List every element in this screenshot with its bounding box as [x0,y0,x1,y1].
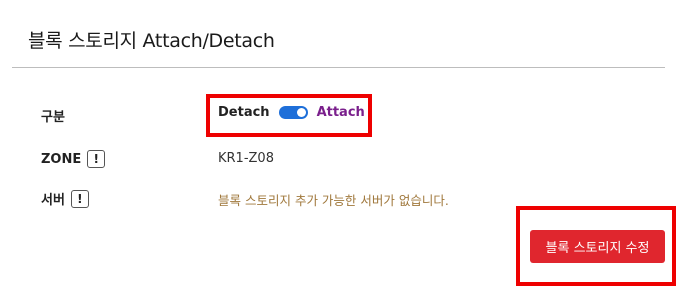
divider [12,67,665,68]
page-title: 블록 스토리지 Attach/Detach [28,30,275,52]
type-label: 구분 [41,106,65,125]
zone-label-text: ZONE [41,151,82,167]
server-label-text: 서버 [41,193,65,208]
type-label-text: 구분 [41,110,65,125]
zone-label: ZONE ! [41,150,106,168]
highlight-box-toggle [206,94,372,137]
zone-info-icon[interactable]: ! [87,150,106,168]
highlight-box-button [516,206,676,286]
server-label: 서버 ! [41,189,89,208]
zone-value: KR1-Z08 [218,151,274,166]
server-info-icon[interactable]: ! [70,189,89,208]
server-empty-message: 블록 스토리지 추가 가능한 서버가 없습니다. [218,193,449,208]
